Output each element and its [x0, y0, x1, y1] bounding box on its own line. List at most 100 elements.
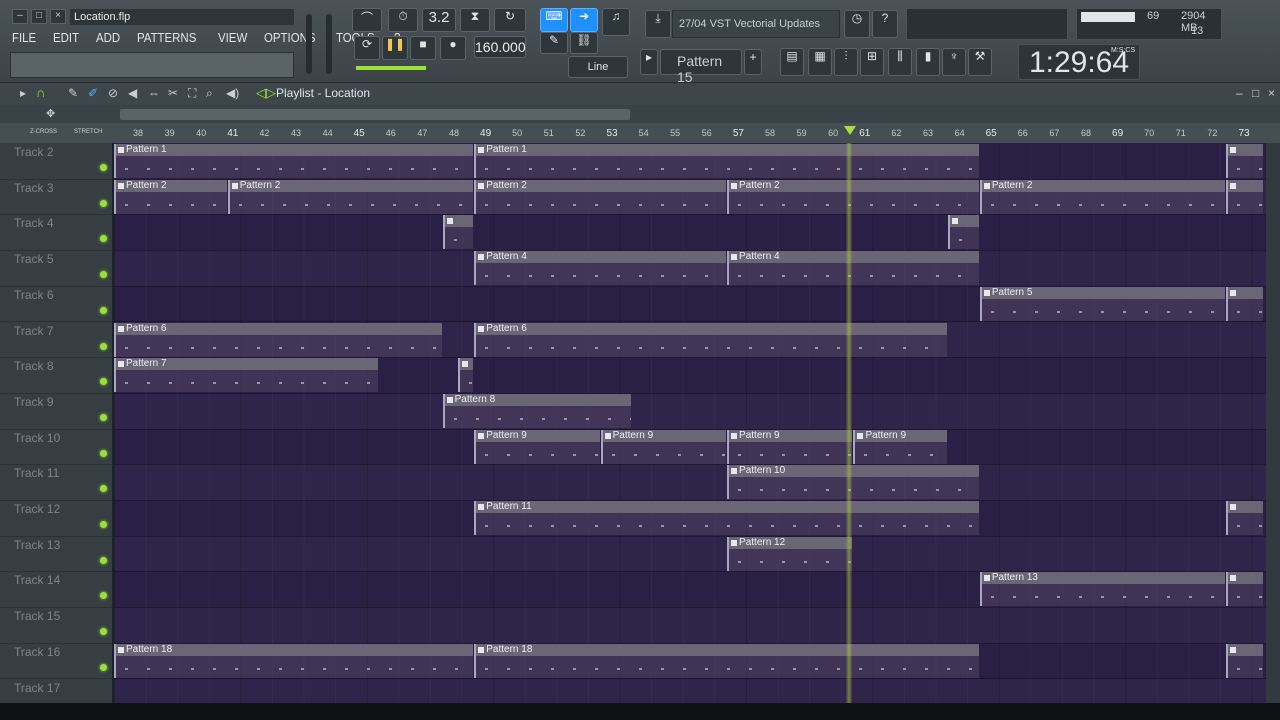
- pattern-clip[interactable]: [442, 215, 474, 250]
- plugin-icon[interactable]: ♆: [942, 48, 966, 76]
- track-header[interactable]: Track 10: [0, 429, 112, 466]
- pencil-icon[interactable]: ✎: [540, 32, 568, 54]
- track-header[interactable]: Track 13: [0, 536, 112, 573]
- cpu-icon[interactable]: ◷: [844, 10, 870, 38]
- tool-icon[interactable]: ⚒: [968, 48, 992, 76]
- track-header[interactable]: Track 12: [0, 500, 112, 537]
- track-mute-led[interactable]: [100, 306, 107, 314]
- pattern-clip[interactable]: Pattern 2: [727, 179, 979, 214]
- pattern-clip[interactable]: Pattern 9: [853, 429, 948, 464]
- pattern-selector[interactable]: Pattern 15: [660, 49, 742, 85]
- track-mute-led[interactable]: [100, 521, 107, 528]
- mute-tool-icon[interactable]: ◀: [128, 86, 137, 100]
- pl-maximize-icon[interactable]: □: [1252, 86, 1259, 100]
- pattern-clip[interactable]: Pattern 1: [474, 144, 979, 178]
- track-header[interactable]: Track 7: [0, 322, 112, 359]
- track-header[interactable]: Track 6: [0, 286, 112, 323]
- pattern-clip[interactable]: Pattern 11: [474, 501, 979, 535]
- track-header[interactable]: Track 9: [0, 393, 112, 430]
- paint-tool-icon[interactable]: ✐: [88, 86, 98, 100]
- metronome-icon[interactable]: ⏱: [388, 8, 418, 32]
- track-lane[interactable]: [114, 393, 1266, 430]
- track-mute-led[interactable]: [100, 164, 107, 171]
- pl-minimize-icon[interactable]: –: [1236, 86, 1243, 100]
- track-lane[interactable]: [114, 679, 1266, 704]
- menu-patterns[interactable]: PATTERNS: [137, 30, 196, 45]
- playback-tool-icon[interactable]: ◀): [226, 86, 239, 100]
- pattern-clip[interactable]: [1226, 572, 1264, 607]
- pattern-clip[interactable]: Pattern 6: [474, 322, 948, 357]
- playlist-menu-icon[interactable]: ▸: [20, 86, 26, 100]
- track-mute-led[interactable]: [100, 342, 107, 350]
- pattern-clip[interactable]: [458, 358, 474, 393]
- menu-view[interactable]: VIEW: [218, 30, 247, 45]
- track-header[interactable]: Track 5: [0, 250, 112, 287]
- pattern-clip[interactable]: [948, 215, 979, 250]
- magnet-icon[interactable]: ∩: [36, 85, 45, 100]
- wait-icon[interactable]: ⧗: [460, 8, 490, 32]
- pattern-clip[interactable]: Pattern 9: [600, 429, 727, 464]
- menu-edit[interactable]: EDIT: [53, 30, 79, 45]
- timeline-ruler[interactable]: Z-CROSS STRETCH 38 39 40 41 42 43 44 45 46 47 48 49…: [0, 123, 1280, 143]
- playhead-marker[interactable]: [844, 126, 856, 135]
- vertical-scrollbar[interactable]: [1266, 143, 1280, 703]
- track-mute-led[interactable]: [100, 199, 107, 207]
- pattern-clip[interactable]: [1226, 643, 1264, 678]
- pattern-clip[interactable]: Pattern 4: [474, 251, 727, 286]
- close-icon[interactable]: ×: [50, 9, 66, 24]
- pattern-clip[interactable]: Pattern 4: [727, 251, 979, 286]
- loop-record-icon[interactable]: ↻: [494, 8, 526, 32]
- piano-roll-icon[interactable]: ▦: [808, 48, 832, 76]
- track-header[interactable]: Track 11: [0, 464, 112, 501]
- pattern-clip[interactable]: Pattern 18: [114, 643, 474, 678]
- step-value[interactable]: 3.2: [422, 8, 456, 32]
- help-icon[interactable]: ?: [872, 10, 898, 38]
- pause-button[interactable]: ❚❚: [382, 36, 408, 60]
- track-header[interactable]: Track 4: [0, 214, 112, 252]
- pattern-clip[interactable]: Pattern 13: [979, 572, 1226, 607]
- channel-rack-icon[interactable]: ⫶: [834, 48, 858, 76]
- pattern-clip[interactable]: Pattern 9: [727, 429, 853, 464]
- menu-add[interactable]: ADD: [96, 30, 120, 45]
- pattern-clip[interactable]: Pattern 1: [114, 144, 474, 178]
- pl-close-icon[interactable]: ×: [1268, 86, 1275, 100]
- track-lane[interactable]: [114, 464, 1266, 501]
- master-volume-slider[interactable]: [306, 14, 312, 74]
- horizontal-scrollbar[interactable]: [120, 109, 630, 120]
- track-header[interactable]: Track 16: [0, 643, 112, 680]
- track-mute-led[interactable]: [100, 235, 107, 243]
- track-mute-led[interactable]: [100, 378, 107, 386]
- track-mute-led[interactable]: [100, 628, 107, 636]
- play-arrow-icon[interactable]: ◁▷: [256, 85, 276, 101]
- track-lane[interactable]: [114, 214, 1266, 252]
- song-mode-icon[interactable]: ⌒: [352, 8, 382, 32]
- pattern-clip[interactable]: Pattern 8: [442, 393, 632, 428]
- zoom-tool-icon[interactable]: ⌕: [206, 86, 213, 101]
- maximize-icon[interactable]: □: [31, 9, 47, 24]
- playlist-grid[interactable]: Pattern 1 Pattern 1 Pattern 2 Pattern 2 Patt…: [114, 143, 1266, 703]
- audio-input-icon[interactable]: ♫: [602, 8, 630, 36]
- pattern-clip[interactable]: Pattern 5: [979, 286, 1226, 321]
- pattern-prev-icon[interactable]: ▸: [640, 49, 658, 75]
- pattern-clip[interactable]: Pattern 2: [474, 179, 727, 214]
- tempo-display[interactable]: 160.000: [474, 36, 526, 58]
- pattern-clip[interactable]: Pattern 9: [474, 429, 600, 464]
- pattern-clip[interactable]: [1226, 179, 1264, 214]
- track-header[interactable]: Track 14: [0, 571, 112, 609]
- track-mute-led[interactable]: [100, 413, 107, 421]
- snap-selector[interactable]: Line: [568, 56, 628, 78]
- pattern-clip[interactable]: [1226, 501, 1264, 535]
- step-edit-icon[interactable]: ➜: [570, 8, 598, 32]
- pattern-clip[interactable]: [1226, 286, 1264, 321]
- news-ticker[interactable]: 27/04 VST Vectorial Updates: [672, 10, 840, 38]
- track-mute-led[interactable]: [100, 663, 107, 671]
- pattern-clip[interactable]: Pattern 2: [227, 179, 474, 214]
- slip-tool-icon[interactable]: ⇔: [148, 86, 160, 100]
- playlist-window-icon[interactable]: ▤: [780, 48, 804, 76]
- link-icon[interactable]: ⛓: [570, 32, 598, 54]
- track-header[interactable]: Track 2: [0, 143, 112, 180]
- master-pitch-slider[interactable]: [326, 14, 332, 74]
- menu-file[interactable]: FILE: [12, 30, 36, 45]
- time-display[interactable]: 1:29:64 M:S:CS: [1018, 44, 1140, 80]
- track-header[interactable]: Track 3: [0, 179, 112, 216]
